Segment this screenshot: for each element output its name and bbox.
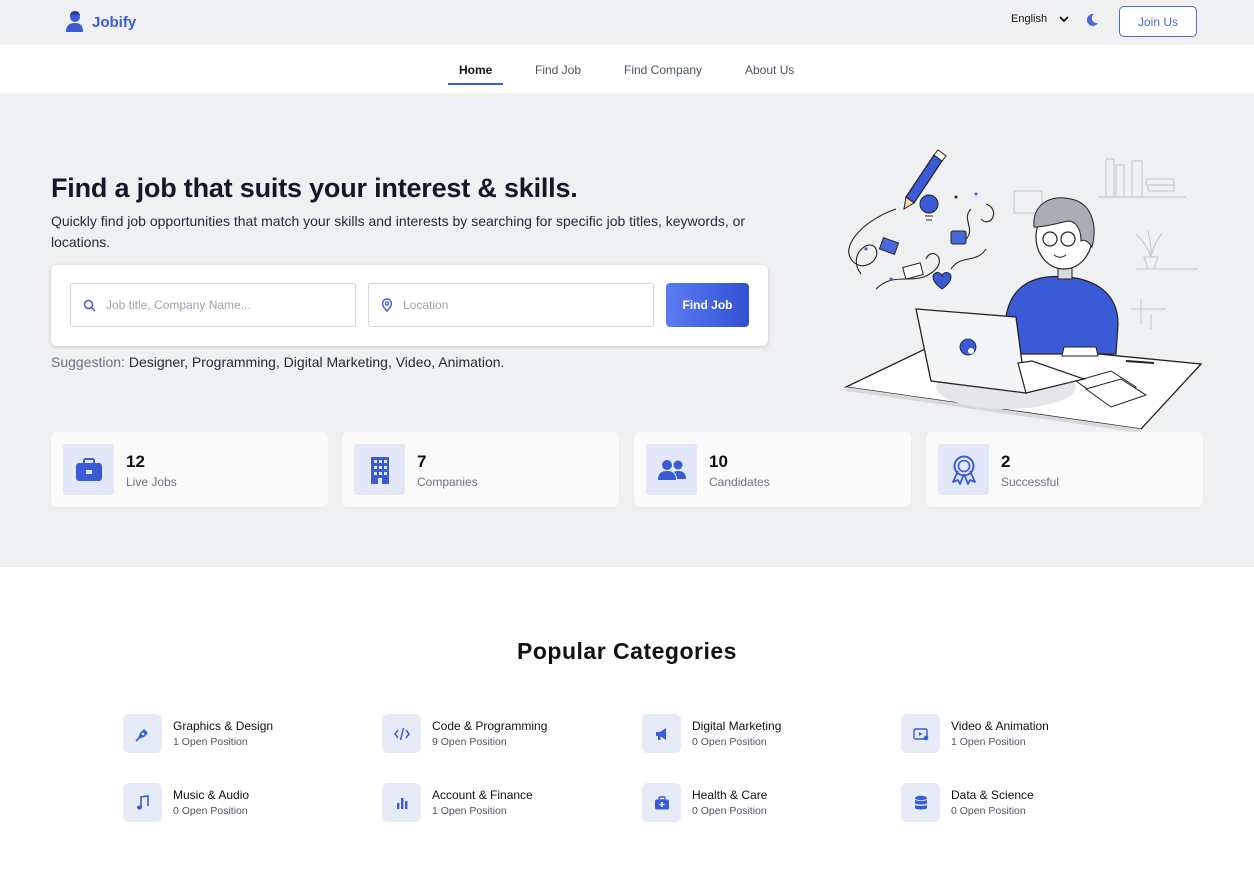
video-icon <box>901 714 940 753</box>
stat-value: 2 <box>1001 452 1011 471</box>
stat-card-successful: 2 Successful <box>926 432 1203 507</box>
category-count: 1 Open Position <box>173 736 248 748</box>
users-icon <box>646 444 697 495</box>
category-count: 0 Open Position <box>951 805 1026 817</box>
megaphone-icon <box>642 714 681 753</box>
category-name: Digital Marketing <box>692 719 782 733</box>
stat-value: 7 <box>417 452 427 471</box>
stat-card-live-jobs: 12 Live Jobs <box>51 432 328 507</box>
find-job-button[interactable]: Find Job <box>666 283 749 327</box>
stat-card-candidates: 10 Candidates <box>634 432 911 507</box>
category-health-care[interactable]: Health & Care 0 Open Position <box>642 783 882 823</box>
suggestion-label: Suggestion: <box>51 354 125 370</box>
category-count: 1 Open Position <box>432 805 507 817</box>
brand-name: Jobify <box>92 13 137 31</box>
language-label: English <box>1011 13 1048 25</box>
award-icon <box>938 444 989 495</box>
code-icon <box>382 714 421 753</box>
hero-title: Find a job that suits your interest & sk… <box>51 173 578 203</box>
join-us-button[interactable]: Join Us <box>1119 6 1197 37</box>
category-count: 9 Open Position <box>432 736 507 748</box>
category-count: 0 Open Position <box>173 805 248 817</box>
building-icon <box>354 444 405 495</box>
stat-value: 10 <box>709 452 728 471</box>
category-count: 0 Open Position <box>692 805 767 817</box>
user-logo-icon <box>66 11 83 32</box>
category-name: Data & Science <box>951 788 1034 802</box>
pen-tool-icon <box>123 714 162 753</box>
stat-value: 12 <box>126 452 145 471</box>
stat-label: Successful <box>1001 475 1060 489</box>
stat-label: Live Jobs <box>126 475 177 489</box>
category-count: 0 Open Position <box>692 736 767 748</box>
nav-find-job[interactable]: Find Job <box>535 63 581 77</box>
category-code-programming[interactable]: Code & Programming 9 Open Position <box>382 714 622 754</box>
location-input[interactable] <box>403 298 623 312</box>
category-graphics-design[interactable]: Graphics & Design 1 Open Position <box>123 714 363 754</box>
nav-find-company[interactable]: Find Company <box>624 63 702 77</box>
search-card: Find Job <box>51 265 768 346</box>
category-account-finance[interactable]: Account & Finance 1 Open Position <box>382 783 622 823</box>
briefcase-icon <box>63 444 114 495</box>
category-name: Health & Care <box>692 788 768 802</box>
search-icon <box>83 299 96 312</box>
hero-subtitle: Quickly find job opportunities that matc… <box>51 213 746 250</box>
hero-illustration <box>843 149 1203 433</box>
category-digital-marketing[interactable]: Digital Marketing 0 Open Position <box>642 714 882 754</box>
main-nav: Home Find Job Find Company About Us <box>0 45 1254 93</box>
top-bar: Jobify English Join Us <box>0 0 1254 45</box>
nav-active-indicator <box>448 83 503 85</box>
database-icon <box>901 783 940 822</box>
hero-section: Find a job that suits your interest & sk… <box>0 93 1254 567</box>
music-icon <box>123 783 162 822</box>
categories-title: Popular Categories <box>517 638 737 664</box>
category-music-audio[interactable]: Music & Audio 0 Open Position <box>123 783 363 823</box>
category-data-science[interactable]: Data & Science 0 Open Position <box>901 783 1141 823</box>
language-select[interactable]: English <box>1011 13 1069 25</box>
first-aid-icon <box>642 783 681 822</box>
location-field[interactable] <box>368 283 654 327</box>
keyword-input[interactable] <box>106 298 326 312</box>
category-name: Music & Audio <box>173 788 250 802</box>
suggestion-line: Suggestion: Designer, Programming, Digit… <box>51 354 504 370</box>
bar-chart-icon <box>382 783 421 822</box>
category-video-animation[interactable]: Video & Animation 1 Open Position <box>901 714 1141 754</box>
keyword-field[interactable] <box>70 283 356 327</box>
category-name: Video & Animation <box>951 719 1049 733</box>
chevron-down-icon <box>1059 16 1069 23</box>
stat-label: Candidates <box>709 475 770 489</box>
category-name: Code & Programming <box>432 719 548 733</box>
nav-about-us[interactable]: About Us <box>745 63 794 77</box>
category-name: Graphics & Design <box>173 719 274 733</box>
suggestion-list[interactable]: Designer, Programming, Digital Marketing… <box>129 354 505 370</box>
stat-label: Companies <box>417 475 478 489</box>
category-name: Account & Finance <box>432 788 533 802</box>
brand-logo[interactable]: Jobify <box>64 10 136 34</box>
nav-home[interactable]: Home <box>459 63 492 77</box>
category-count: 1 Open Position <box>951 736 1026 748</box>
map-pin-icon <box>381 298 393 312</box>
stat-card-companies: 7 Companies <box>342 432 619 507</box>
moon-icon[interactable] <box>1085 13 1099 27</box>
